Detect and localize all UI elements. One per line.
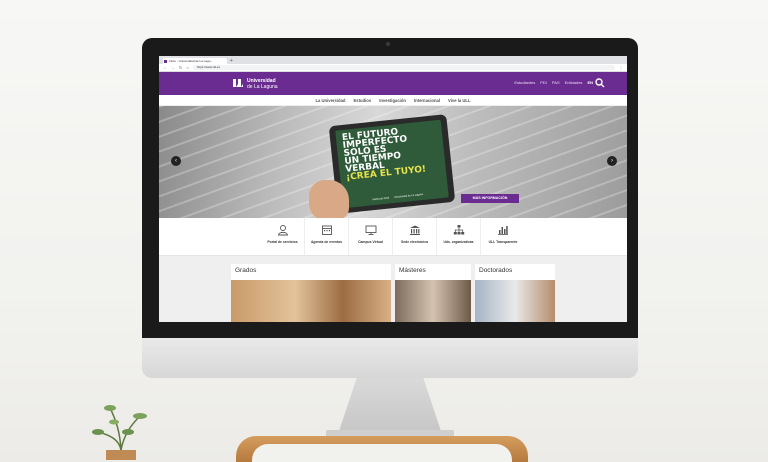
site-header: Universidad de La Laguna Estudiantes PDI… <box>159 72 627 95</box>
logo-line2: de La Laguna <box>247 84 278 90</box>
nav-item-estudios[interactable]: Estudios <box>354 98 372 103</box>
card-doctorados[interactable]: Doctorados <box>475 264 555 322</box>
back-icon[interactable]: ← <box>163 64 167 72</box>
quicklink-label: ULL Transparente <box>488 240 518 244</box>
tablet-screen: EL FUTURO IMPERFECTO SOLO ES UN TIEMPO V… <box>335 119 449 209</box>
browser-tab[interactable]: Inicio - Universidad de La Lagu... <box>163 58 227 64</box>
card-masteres[interactable]: Másteres <box>395 264 471 322</box>
home-icon[interactable]: ⌂ <box>186 64 188 72</box>
favicon-icon <box>164 59 167 63</box>
browser-tabbar: Inicio - Universidad de La Lagu... + <box>159 56 627 64</box>
forward-icon[interactable]: → <box>171 64 175 72</box>
quicklink-sede-electronica[interactable]: Sede electrónica <box>393 218 437 255</box>
language-switch[interactable]: EN <box>587 80 593 86</box>
nav-item-vive-ull[interactable]: Vive la ULL <box>448 98 471 103</box>
browser-menu-icon[interactable]: ⋮ <box>619 65 623 70</box>
card-image <box>395 280 471 322</box>
link-estudiantes[interactable]: Estudiantes <box>514 80 535 86</box>
quick-links: Portal de servicios Agenda de eventos Ca… <box>159 218 627 256</box>
user-icon <box>277 225 288 236</box>
monitor-screen: Inicio - Universidad de La Lagu... + ← →… <box>159 56 627 322</box>
main-navigation: La Universidad Estudios Investigación In… <box>159 95 627 106</box>
card-title: Másteres <box>399 267 426 274</box>
ull-logo-icon[interactable] <box>232 77 244 89</box>
plant-icon <box>92 405 147 460</box>
link-pdi[interactable]: PDI <box>540 80 547 86</box>
quicklink-label: Portal de servicios <box>267 240 298 244</box>
tablet-logo: Universidad de La Laguna <box>393 192 424 199</box>
bar-chart-icon <box>498 226 508 235</box>
quicklink-portal-servicios[interactable]: Portal de servicios <box>261 218 305 255</box>
link-entidades[interactable]: Entidades <box>565 80 583 86</box>
carousel-prev-icon[interactable]: ‹ <box>171 156 181 166</box>
card-title: Grados <box>235 267 257 274</box>
quicklink-label: Agenda de eventos <box>310 240 343 244</box>
building-icon <box>409 225 420 235</box>
study-section: Grados Másteres Doctorados <box>159 256 627 322</box>
card-title: Doctorados <box>479 267 513 274</box>
tablet-footer: Matrícula 2018 Universidad de La Laguna <box>372 193 423 201</box>
reload-icon[interactable]: ↻ <box>179 64 182 72</box>
new-tab-button[interactable]: + <box>230 58 233 64</box>
site-logo-text[interactable]: Universidad de La Laguna <box>247 78 278 90</box>
link-pas[interactable]: PAS <box>552 80 560 86</box>
desk-cutout <box>252 444 512 462</box>
quicklink-label: Uds. organizativas <box>443 240 474 244</box>
address-bar[interactable]: https://www.ull.es <box>192 65 615 70</box>
carousel-next-icon[interactable]: › <box>607 156 617 166</box>
card-image <box>231 280 391 322</box>
card-grados[interactable]: Grados <box>231 264 391 322</box>
nav-item-internacional[interactable]: Internacional <box>414 98 440 103</box>
plant-pot <box>106 450 136 460</box>
org-chart-icon <box>453 225 464 235</box>
quicklink-label: Sede electrónica <box>401 240 428 244</box>
quicklink-label: Campus Virtual <box>358 240 383 244</box>
hero-banner: ‹ › EL FUTURO IMPERFECTO SOLO ES UN TIEM… <box>159 106 627 218</box>
search-icon[interactable] <box>595 78 605 88</box>
webcam-icon <box>386 42 390 46</box>
monitor-chin <box>142 338 638 378</box>
quicklink-uds-organizativas[interactable]: Uds. organizativas <box>437 218 481 255</box>
card-image <box>475 280 555 322</box>
quicklink-agenda-eventos[interactable]: Agenda de eventos <box>305 218 349 255</box>
quicklink-ull-transparente[interactable]: ULL Transparente <box>481 218 525 255</box>
nav-item-investigacion[interactable]: Investigación <box>379 98 406 103</box>
quicklink-campus-virtual[interactable]: Campus Virtual <box>349 218 393 255</box>
monitor-icon <box>365 225 376 235</box>
nav-item-universidad[interactable]: La Universidad <box>315 98 345 103</box>
tab-title: Inicio - Universidad de La Lagu... <box>169 59 213 63</box>
browser-toolbar: ← → ↻ ⌂ https://www.ull.es ⋮ <box>159 64 627 72</box>
more-info-button[interactable]: MÁS INFORMACIÓN <box>461 194 519 203</box>
hand-image <box>309 180 349 218</box>
audience-links: Estudiantes PDI PAS Entidades EN <box>514 80 593 86</box>
calendar-icon <box>321 225 332 235</box>
tablet-badge: Matrícula 2018 <box>372 196 390 202</box>
